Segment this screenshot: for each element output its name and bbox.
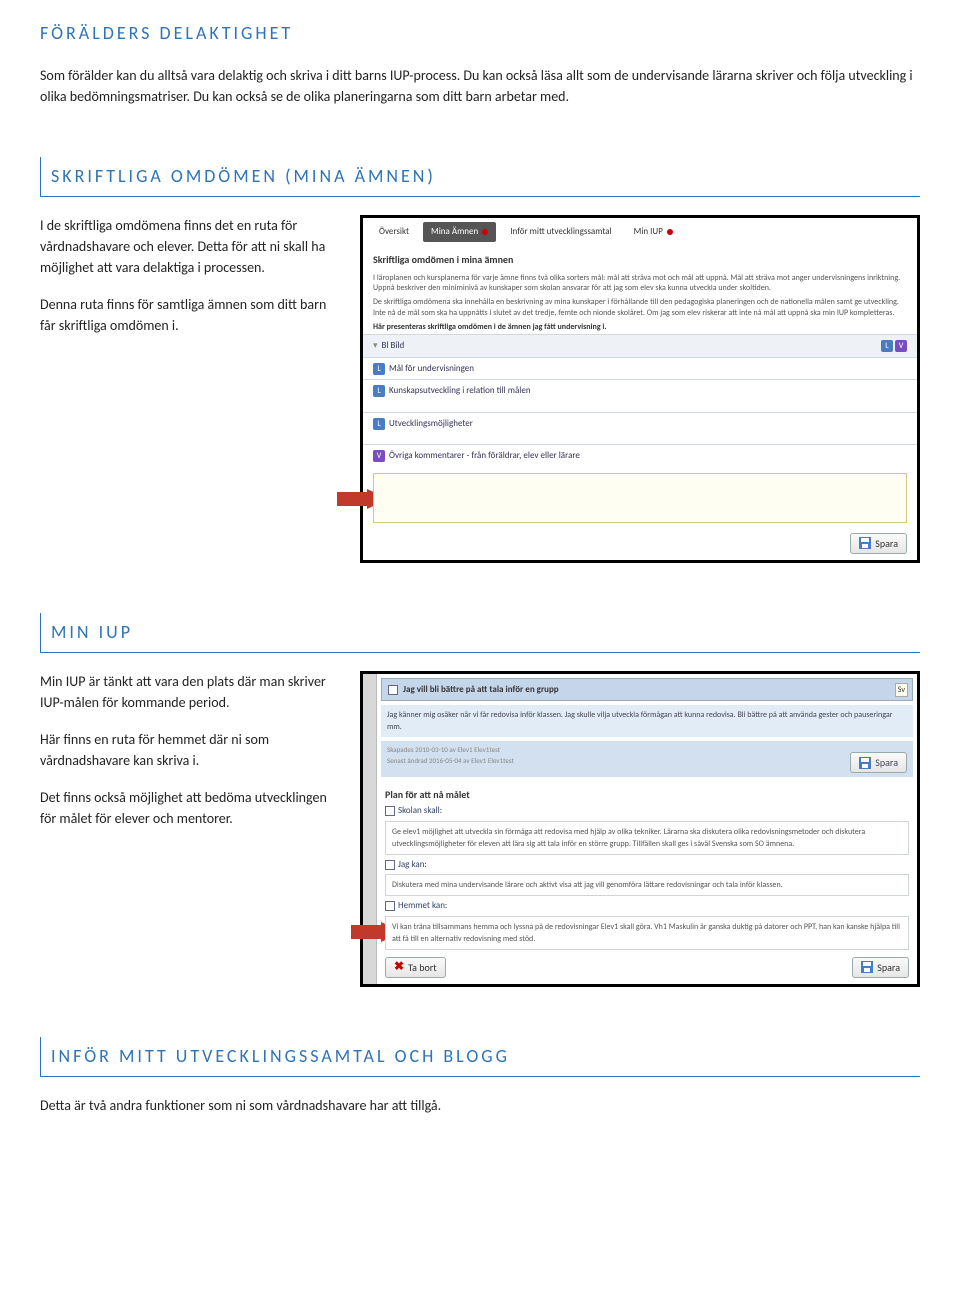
field-kunskap[interactable]: LKunskapsutveckling i relation till måle…	[363, 379, 917, 402]
badge-v-icon: V	[373, 450, 385, 462]
sv-badge: Sv	[895, 683, 908, 697]
shot-para-3: Här presenteras skriftliga omdömen i de …	[363, 320, 917, 334]
tab-oversikt[interactable]: Översikt	[371, 222, 417, 242]
para-foralders: Som förälder kan du alltså vara delaktig…	[40, 65, 920, 107]
screenshot-min-iup: Jag vill bli bättre på att tala inför en…	[360, 671, 920, 987]
box-skolan[interactable]: Ge elev1 möjlighet att utveckla sin förm…	[385, 821, 909, 855]
screenshot-mina-amnen: Översikt Mina Ämnen Inför mitt utvecklin…	[360, 215, 920, 563]
section-skriftliga: SKRIFTLIGA OMDÖMEN (MINA ÄMNEN) I de skr…	[40, 157, 920, 563]
tab-bar: Översikt Mina Ämnen Inför mitt utvecklin…	[363, 218, 917, 246]
goal-body: Jag känner mig osäker när vi får redovis…	[381, 705, 913, 737]
para-miniup-2: Här finns en ruta för hemmet där ni som …	[40, 729, 340, 771]
badge-l-icon: L	[373, 418, 385, 430]
shot-para-2: De skriftliga omdömena ska innehålla en …	[363, 295, 917, 320]
heading-skriftliga: SKRIFTLIGA OMDÖMEN (MINA ÄMNEN)	[40, 157, 920, 197]
tab-infor[interactable]: Inför mitt utvecklingssamtal	[502, 222, 619, 242]
box-jag[interactable]: Diskutera med mina undervisande lärare o…	[385, 874, 909, 896]
para-miniup-1: Min IUP är tänkt att vara den plats där …	[40, 671, 340, 713]
spara-button[interactable]: Spara	[850, 752, 907, 773]
para-skriftliga-1: I de skriftliga omdömena finns det en ru…	[40, 215, 340, 278]
subject-label: Bl Bild	[382, 339, 405, 353]
field-utveckling[interactable]: LUtvecklingsmöjligheter	[363, 412, 917, 435]
disk-icon	[859, 537, 871, 549]
spara-button[interactable]: Spara	[850, 533, 907, 554]
tab-mina-amnen[interactable]: Mina Ämnen	[423, 222, 496, 242]
comment-textbox[interactable]	[373, 473, 907, 523]
section-foralders: FÖRÄLDERS DELAKTIGHET Som förälder kan d…	[40, 20, 920, 107]
x-icon: ✖	[394, 961, 404, 973]
field-ovriga[interactable]: VÖvriga kommentarer - från föräldrar, el…	[363, 444, 917, 467]
heading-min-iup: MIN IUP	[40, 613, 920, 653]
goal-title: Jag vill bli bättre på att tala inför en…	[403, 684, 559, 695]
checkbox-icon[interactable]	[385, 806, 395, 816]
checkbox-icon[interactable]	[385, 901, 395, 911]
disk-icon	[861, 961, 873, 973]
para-infor: Detta är två andra funktioner som ni som…	[40, 1095, 920, 1116]
subject-row[interactable]: ▾ Bl Bild L V	[363, 334, 917, 357]
heading-infor: INFÖR MITT UTVECKLINGSSAMTAL OCH BLOGG	[40, 1037, 920, 1077]
section-infor: INFÖR MITT UTVECKLINGSSAMTAL OCH BLOGG D…	[40, 1037, 920, 1116]
para-miniup-3: Det finns också möjlighet att bedöma utv…	[40, 787, 340, 829]
shot-heading: Skriftliga omdömen i mina ämnen	[363, 246, 917, 271]
field-mal[interactable]: LMål för undervisningen	[363, 357, 917, 380]
plan-title: Plan för att nå målet	[377, 781, 917, 804]
checkbox-icon[interactable]	[385, 860, 395, 870]
box-hemmet-header: Hemmet kan:	[377, 899, 917, 913]
box-jag-header: Jag kan:	[377, 858, 917, 872]
goal-header[interactable]: Jag vill bli bättre på att tala inför en…	[381, 678, 913, 702]
heading-foralders: FÖRÄLDERS DELAKTIGHET	[40, 20, 920, 47]
tab-min-iup[interactable]: Min IUP	[626, 222, 681, 242]
para-skriftliga-2: Denna ruta finns för samtliga ämnen som …	[40, 294, 340, 336]
section-min-iup: MIN IUP Min IUP är tänkt att vara den pl…	[40, 613, 920, 987]
shot-para-1: I läroplanen och kursplanerna för varje …	[363, 271, 917, 296]
box-skolan-header: Skolan skall:	[377, 804, 917, 818]
checkbox-icon[interactable]	[388, 685, 398, 695]
spara-button[interactable]: Spara	[852, 957, 909, 978]
box-hemmet[interactable]: Vi kan träna tillsammans hemma och lyssn…	[385, 916, 909, 950]
badge-l-icon: L	[373, 363, 385, 375]
dot-icon	[667, 229, 673, 235]
disk-icon	[859, 757, 871, 769]
ta-bort-button[interactable]: ✖ Ta bort	[385, 957, 446, 978]
badge-l-icon: L	[373, 385, 385, 397]
plus-icon	[482, 229, 488, 235]
